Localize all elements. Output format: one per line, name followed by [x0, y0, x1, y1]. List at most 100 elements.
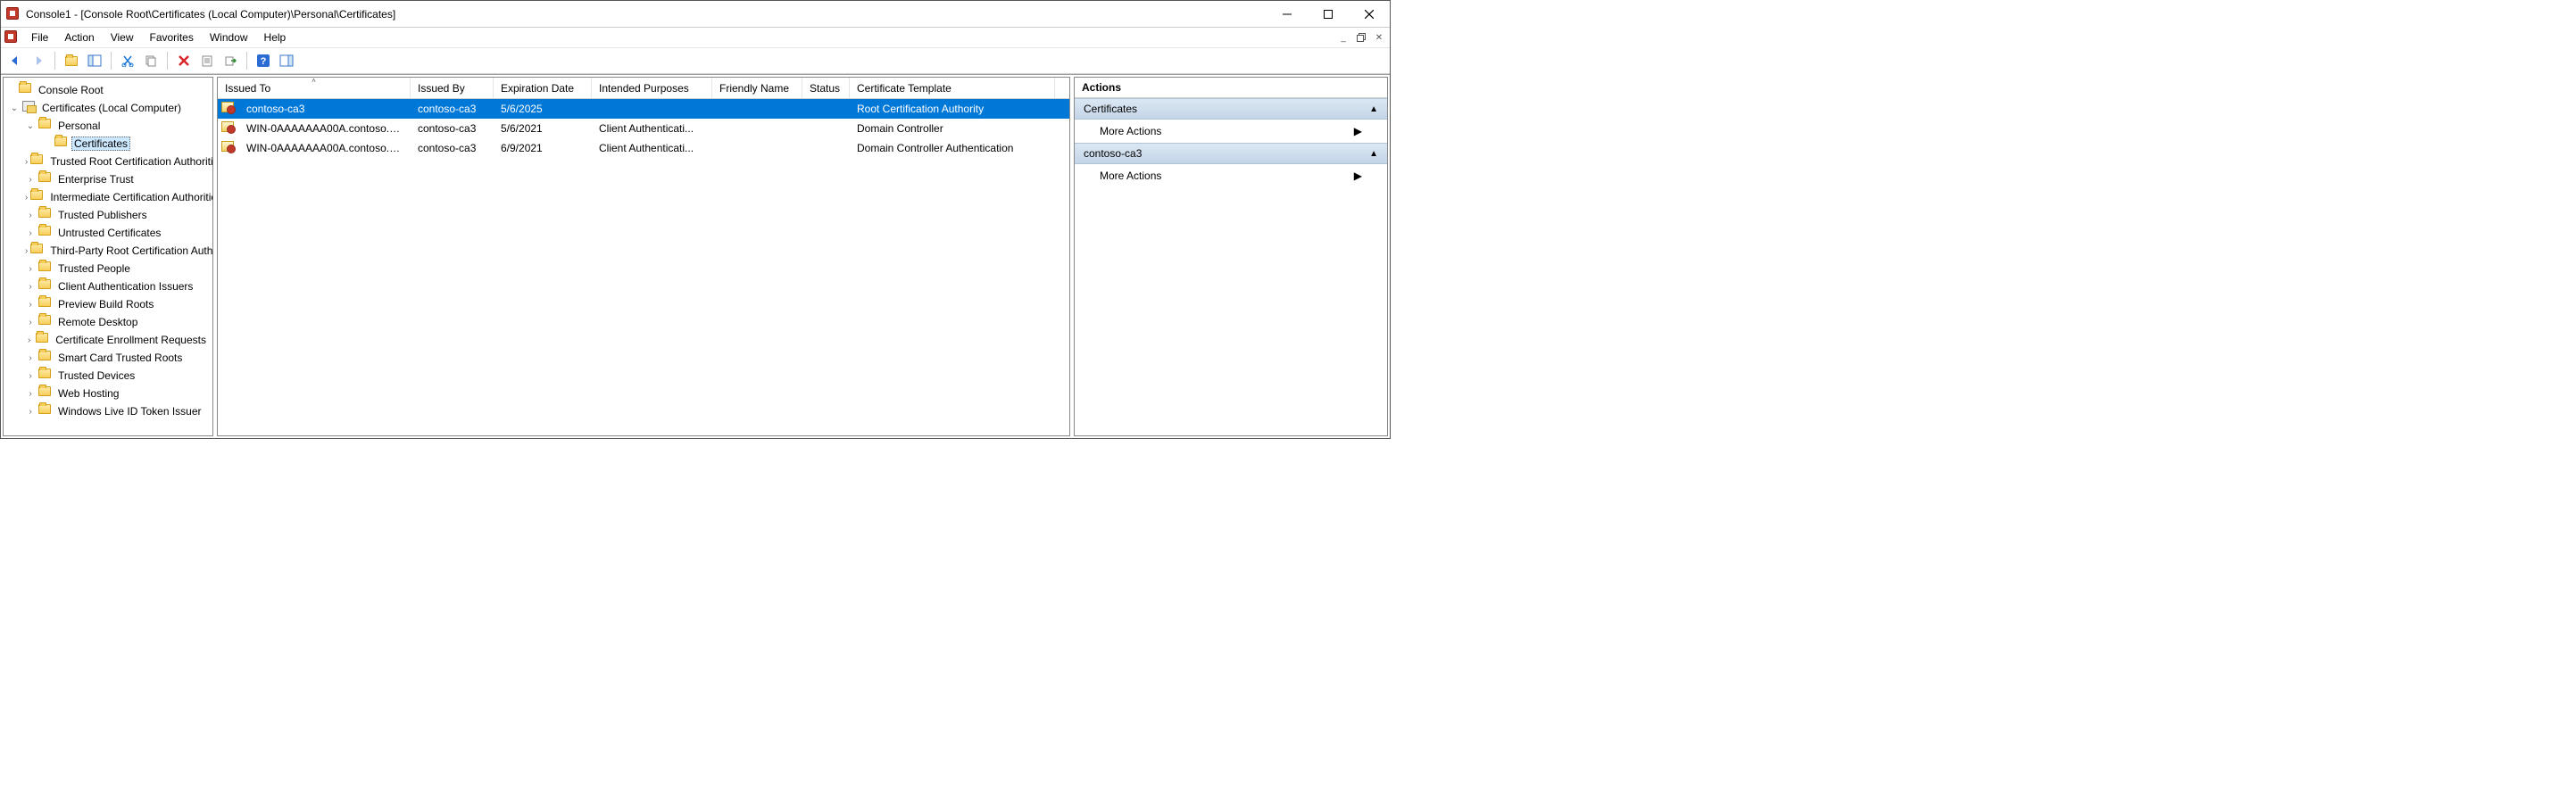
expand-icon[interactable]: › — [25, 246, 28, 256]
tree-item[interactable]: ›Preview Build Roots — [4, 295, 212, 313]
tree-item[interactable]: › Enterprise Trust — [4, 170, 212, 188]
folder-icon — [30, 154, 45, 169]
mdi-close-button[interactable]: ✕ — [1370, 29, 1388, 46]
cell-issued-to: contoso-ca3 — [239, 103, 411, 115]
export-button[interactable] — [220, 50, 241, 71]
folder-icon — [38, 386, 53, 401]
back-button[interactable] — [4, 50, 26, 71]
folder-icon — [19, 83, 33, 97]
folder-icon — [38, 279, 53, 294]
expand-icon[interactable]: › — [25, 407, 36, 417]
expand-icon[interactable]: › — [25, 318, 36, 327]
expand-icon[interactable]: › — [25, 211, 36, 220]
cut-button[interactable] — [117, 50, 138, 71]
tree-item[interactable]: ›Trusted Root Certification Authorities — [4, 153, 212, 170]
menu-view[interactable]: View — [104, 29, 141, 46]
actions-group-selection[interactable]: contoso-ca3 ▲ — [1075, 143, 1387, 164]
table-row[interactable]: contoso-ca3contoso-ca35/6/2025Root Certi… — [218, 99, 1069, 119]
table-row[interactable]: WIN-0AAAAAAA00A.contoso.comcontoso-ca36/… — [218, 138, 1069, 158]
expand-icon[interactable]: › — [25, 353, 36, 363]
minimize-button[interactable] — [1267, 1, 1308, 28]
col-friendly[interactable]: Friendly Name — [712, 78, 802, 98]
menu-action[interactable]: Action — [57, 29, 101, 46]
tree-item[interactable]: ›Smart Card Trusted Roots — [4, 349, 212, 367]
help-button[interactable]: ? — [253, 50, 274, 71]
expand-icon[interactable]: › — [25, 264, 36, 274]
actions-more-selection[interactable]: More Actions ▶ — [1075, 164, 1387, 187]
actions-more-certificates[interactable]: More Actions ▶ — [1075, 120, 1387, 143]
tree-item[interactable]: ›Intermediate Certification Authorities — [4, 188, 212, 206]
folder-icon — [38, 172, 53, 186]
tree-item-label: Trusted People — [55, 262, 133, 275]
tree-item[interactable]: ›Web Hosting — [4, 385, 212, 402]
tree-certificates-local-computer[interactable]: ⌄ Certificates (Local Computer) — [4, 99, 212, 117]
col-template[interactable]: Certificate Template — [850, 78, 1055, 98]
mdi-restore-button[interactable] — [1352, 29, 1370, 46]
cell-purposes: Client Authenticati... — [592, 122, 712, 135]
maximize-button[interactable] — [1308, 1, 1349, 28]
col-purposes[interactable]: Intended Purposes — [592, 78, 712, 98]
tree-item[interactable]: › Trusted Devices — [4, 367, 212, 385]
tree-item[interactable]: ›Remote Desktop — [4, 313, 212, 331]
up-button[interactable] — [61, 50, 82, 71]
col-status[interactable]: Status — [802, 78, 850, 98]
tree-item[interactable]: ›Windows Live ID Token Issuer — [4, 402, 212, 420]
col-expiration[interactable]: Expiration Date — [494, 78, 592, 98]
certificate-icon — [221, 102, 236, 116]
folder-icon — [38, 261, 53, 276]
show-hide-action-pane-button[interactable] — [276, 50, 297, 71]
cert-store-icon — [22, 101, 37, 115]
menu-favorites[interactable]: Favorites — [143, 29, 201, 46]
tree-item-label: Enterprise Trust — [55, 173, 137, 186]
mdi-minimize-button[interactable]: _ — [1334, 29, 1352, 46]
tree-console-root[interactable]: ▸ Console Root — [4, 81, 212, 99]
copy-button[interactable] — [140, 50, 162, 71]
doc-icon — [4, 30, 19, 45]
expand-icon[interactable]: › — [25, 228, 36, 238]
show-hide-tree-button[interactable] — [84, 50, 105, 71]
expand-icon[interactable]: ⌄ — [9, 103, 20, 113]
col-issued-to[interactable]: Issued To ˄ — [218, 78, 411, 98]
expand-icon[interactable]: › — [25, 282, 36, 292]
menu-file[interactable]: File — [24, 29, 55, 46]
certificate-icon — [221, 141, 236, 155]
folder-icon — [38, 208, 53, 222]
expand-icon[interactable]: › — [25, 193, 28, 203]
expand-icon[interactable]: › — [25, 371, 36, 381]
tree-item-label: Trusted Devices — [55, 369, 137, 382]
actions-title: Actions — [1075, 78, 1387, 98]
expand-icon[interactable]: ⌄ — [25, 121, 36, 131]
actions-group-certificates[interactable]: Certificates ▲ — [1075, 98, 1387, 120]
tree-pane[interactable]: ▸ Console Root ⌄ Certificates (Local Com… — [3, 77, 213, 436]
close-button[interactable] — [1349, 1, 1390, 28]
expand-icon[interactable]: › — [25, 157, 28, 167]
forward-button[interactable] — [28, 50, 49, 71]
tree-item[interactable]: › Certificate Enrollment Requests — [4, 331, 212, 349]
menu-help[interactable]: Help — [257, 29, 294, 46]
tree-item[interactable]: ›Trusted Publishers — [4, 206, 212, 224]
folder-icon — [38, 119, 53, 133]
delete-button[interactable] — [173, 50, 195, 71]
tree-item-label: Certificate Enrollment Requests — [53, 334, 209, 346]
expand-icon[interactable]: › — [25, 175, 36, 185]
properties-button[interactable] — [196, 50, 218, 71]
cell-template: Domain Controller — [850, 122, 1055, 135]
menubar: File Action View Favorites Window Help — [24, 29, 293, 46]
col-issued-by[interactable]: Issued By — [411, 78, 494, 98]
tree-personal[interactable]: ⌄ Personal — [4, 117, 212, 135]
tree-item[interactable]: ›Third-Party Root Certification Authorit… — [4, 242, 212, 260]
tree-item[interactable]: ›Client Authentication Issuers — [4, 277, 212, 295]
expand-icon[interactable]: › — [25, 300, 36, 310]
expand-icon[interactable]: › — [25, 335, 33, 345]
tree-item[interactable]: › Trusted People — [4, 260, 212, 277]
cell-issued-by: contoso-ca3 — [411, 142, 494, 154]
sort-asc-icon: ˄ — [312, 77, 316, 85]
folder-icon — [30, 244, 45, 258]
menu-window[interactable]: Window — [203, 29, 255, 46]
submenu-icon: ▶ — [1354, 125, 1362, 137]
table-row[interactable]: WIN-0AAAAAAA00A.contoso.comcontoso-ca35/… — [218, 119, 1069, 138]
cell-expiration: 5/6/2025 — [494, 103, 592, 115]
tree-item[interactable]: ›Untrusted Certificates — [4, 224, 212, 242]
tree-certificates[interactable]: ▸ Certificates — [4, 135, 212, 153]
expand-icon[interactable]: › — [25, 389, 36, 399]
